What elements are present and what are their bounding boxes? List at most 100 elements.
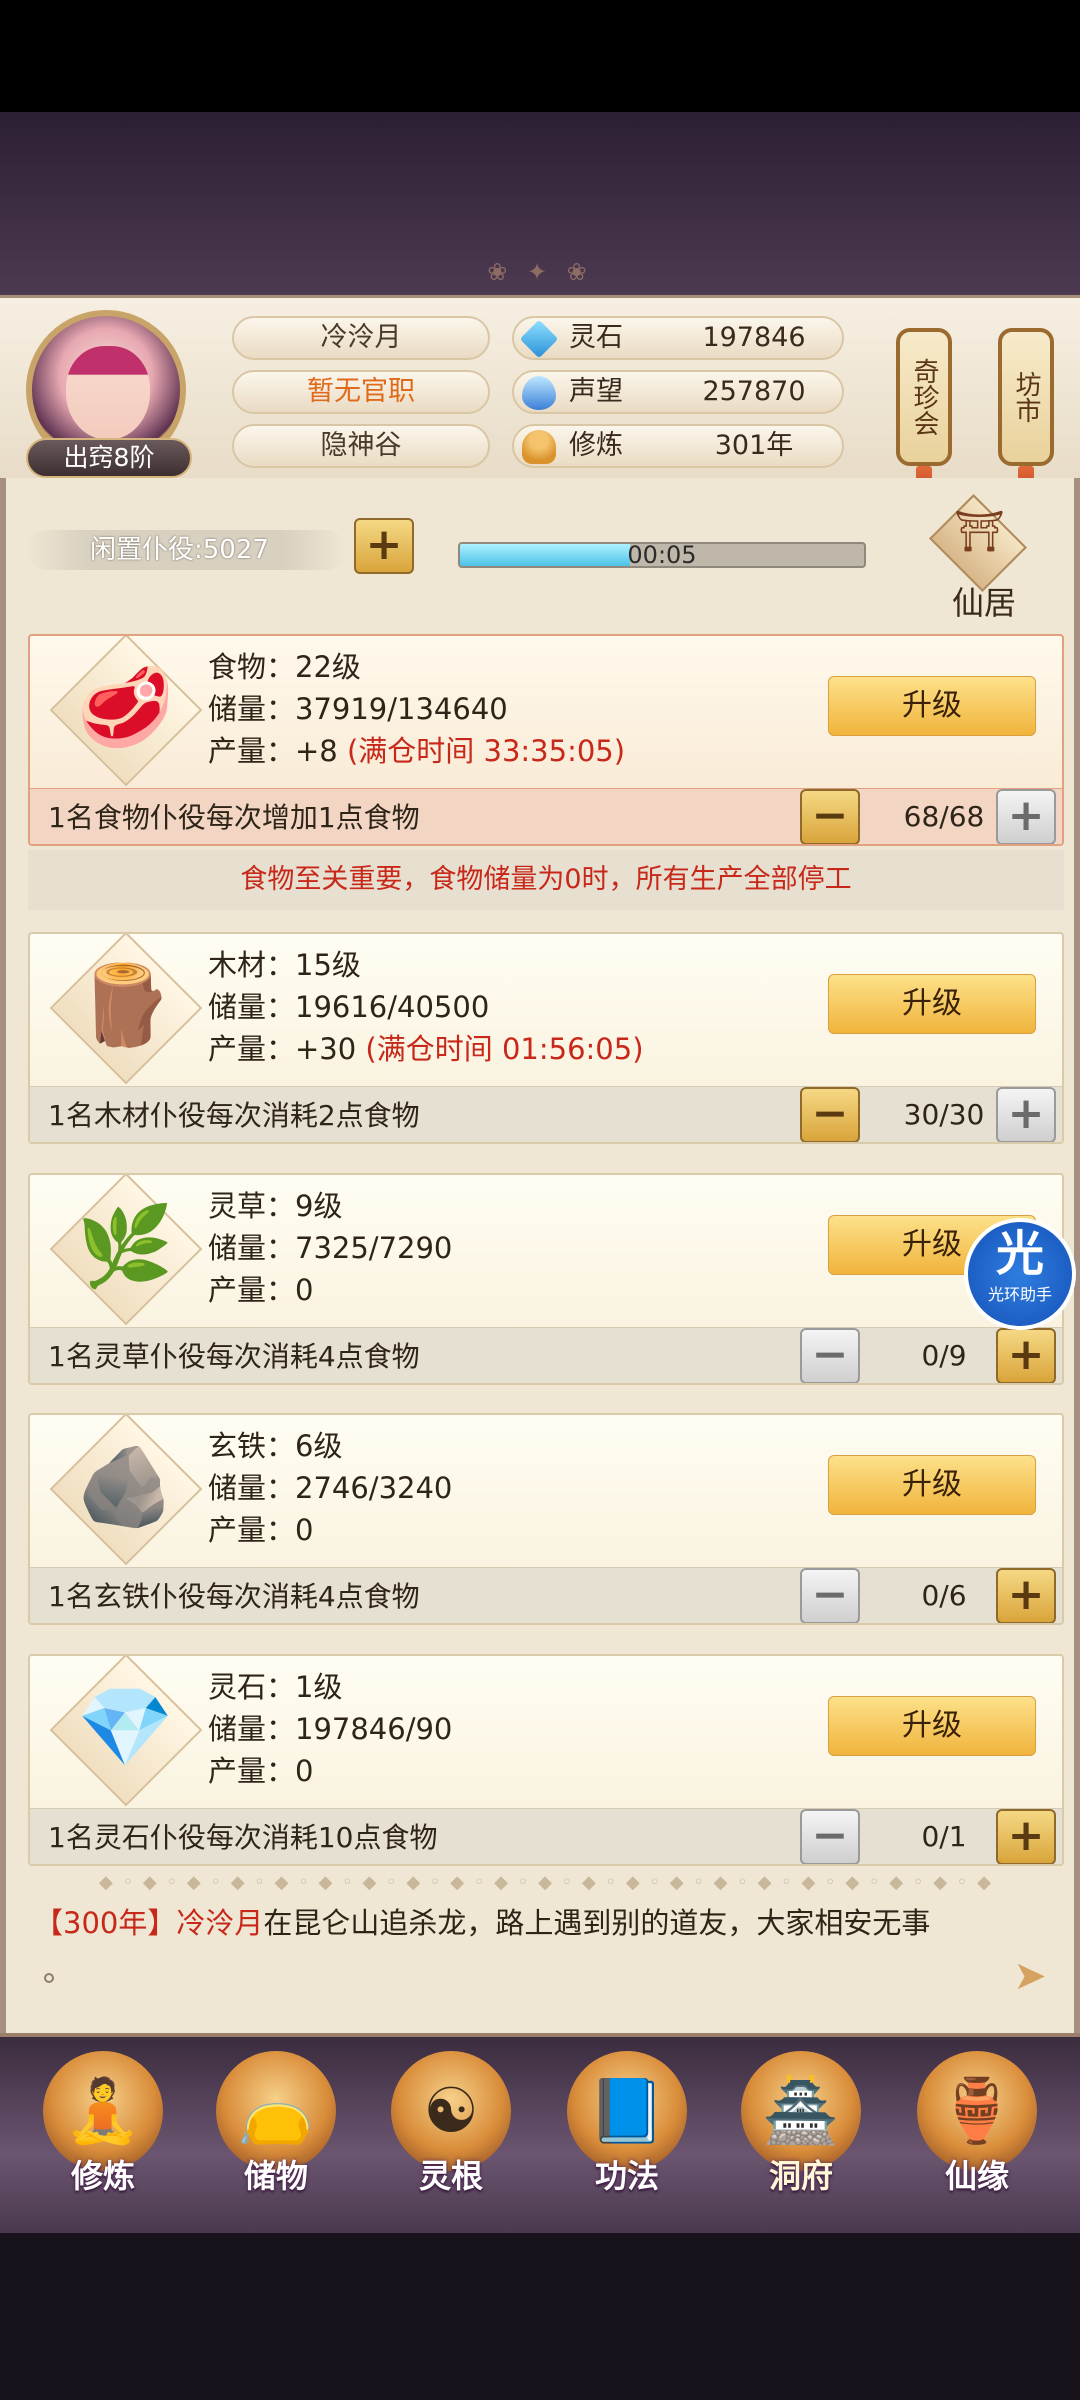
- stat-value: 257870: [702, 376, 806, 407]
- upgrade-button[interactable]: 升级: [828, 1696, 1036, 1756]
- servant-count: 0/6: [921, 1579, 967, 1612]
- stat-value: 197846: [702, 322, 806, 353]
- plus-servant-button[interactable]: +: [996, 1087, 1056, 1142]
- resource-level: 食物：22级: [208, 650, 361, 684]
- official-title[interactable]: 暂无官职: [232, 370, 490, 414]
- nav-label: 洞府: [768, 2157, 833, 2195]
- page-dot: [44, 1973, 54, 1983]
- helper-label: 光环助手: [987, 1285, 1052, 1304]
- meat-icon: 🥩: [76, 663, 174, 753]
- resource-storage: 储量：37919/134640: [208, 692, 508, 726]
- resource-level: 灵石：1级: [208, 1670, 343, 1704]
- upgrade-button[interactable]: 升级: [828, 1455, 1036, 1515]
- top-ornament: ❀ ✦ ❀: [487, 258, 593, 286]
- nav-label: 功法: [594, 2157, 659, 2195]
- meditation-icon: [522, 430, 556, 464]
- reputation-drop-icon: [522, 376, 556, 410]
- log-icon: 🪵: [76, 961, 174, 1051]
- bottom-backdrop: [0, 2233, 1080, 2400]
- stat-reputation: 声望 257870: [512, 370, 844, 414]
- next-arrow-icon[interactable]: ➤: [1010, 1956, 1050, 1996]
- pavilion-icon[interactable]: ⛩: [954, 508, 1005, 556]
- nav-technique[interactable]: 📘 功法: [552, 2051, 702, 2221]
- resource-card-food: 🥩 食物：22级 储量：37919/134640 产量：+8 (满仓时间 33:…: [28, 634, 1064, 846]
- log-text: 在昆仑山追杀龙，路上遇到别的道友，大家相安无事: [263, 1906, 931, 1940]
- minus-servant-button[interactable]: −: [800, 1328, 860, 1383]
- full-time-hint: (满仓时间 33:35:05): [346, 734, 626, 768]
- full-time-hint: (满仓时间 01:56:05): [365, 1032, 644, 1066]
- resource-level: 木材：15级: [208, 948, 361, 982]
- status-bar: [0, 0, 1080, 112]
- bottom-nav: 🧘 修炼 👝 储物 ☯ 灵根 📘 功法 🏯 洞府 🏺 仙缘: [0, 2033, 1080, 2233]
- resource-production: 产量：0: [208, 1273, 314, 1307]
- resource-production: 产量：+8 (满仓时间 33:35:05): [208, 730, 625, 772]
- nav-storage[interactable]: 👝 储物: [201, 2051, 351, 2221]
- qizhenhui-button[interactable]: 奇珍会: [896, 328, 952, 466]
- resource-card-spirit-stone: 💎 灵石：1级 储量：197846/90 产量：0 升级 1名灵石仆役每次消耗1…: [28, 1654, 1064, 1866]
- stat-cultivation: 修炼 301年: [512, 424, 844, 468]
- stat-label: 声望: [569, 376, 623, 407]
- resource-level: 灵草：9级: [208, 1189, 343, 1223]
- plus-servant-button[interactable]: +: [996, 1809, 1056, 1864]
- servant-count: 0/1: [921, 1820, 967, 1853]
- nav-label: 修炼: [70, 2157, 135, 2195]
- idle-servants-label: 闲置仆役:5027: [26, 530, 346, 570]
- plus-servant-button[interactable]: +: [996, 1568, 1056, 1623]
- event-log[interactable]: 【300年】冷泠月在昆仑山追杀龙，路上遇到别的道友，大家相安无事: [34, 1900, 1058, 1946]
- production-value: 产量：+8: [208, 734, 338, 768]
- ore-icon: 🪨: [76, 1442, 174, 1532]
- nav-cultivate[interactable]: 🧘 修炼: [28, 2051, 178, 2221]
- log-year: 【300年】: [34, 1906, 177, 1940]
- resource-level: 玄铁：6级: [208, 1429, 343, 1463]
- helper-glyph: 光: [995, 1226, 1044, 1282]
- market-button[interactable]: 坊市: [998, 328, 1054, 466]
- plus-servant-button[interactable]: +: [996, 1328, 1056, 1383]
- minus-servant-button[interactable]: −: [800, 1568, 860, 1623]
- minus-servant-button[interactable]: −: [800, 1809, 860, 1864]
- servant-desc: 1名灵草仆役每次消耗4点食物: [48, 1340, 420, 1373]
- player-location: 隐神谷: [232, 424, 490, 468]
- nav-spirit-root[interactable]: ☯ 灵根: [376, 2051, 526, 2221]
- crystal-icon: 💎: [76, 1683, 174, 1773]
- nav-label: 仙缘: [944, 2157, 1009, 2195]
- cave-panel: 闲置仆役:5027 + 00:05 ⛩ 仙居 🥩 食物：22级 储量：37919…: [0, 478, 1080, 2033]
- stat-label: 修炼: [569, 430, 623, 461]
- minus-servant-button[interactable]: −: [800, 789, 860, 844]
- production-timer-bar: 00:05: [458, 542, 866, 568]
- servant-count: 0/9: [921, 1339, 967, 1372]
- servant-desc: 1名食物仆役每次增加1点食物: [48, 801, 420, 834]
- upgrade-button[interactable]: 升级: [828, 676, 1036, 736]
- nav-label: 灵根: [418, 2157, 483, 2195]
- add-servant-button[interactable]: +: [354, 518, 414, 574]
- helper-assistant-button[interactable]: 光 光环助手: [964, 1218, 1076, 1330]
- resource-production: 产量：0: [208, 1754, 314, 1788]
- nav-cave-dwelling[interactable]: 🏯 洞府: [726, 2051, 876, 2221]
- stat-label: 灵石: [569, 322, 623, 353]
- upgrade-button[interactable]: 升级: [828, 974, 1036, 1034]
- servant-desc: 1名灵石仆役每次消耗10点食物: [48, 1821, 438, 1854]
- xianju-label[interactable]: 仙居: [936, 578, 1032, 624]
- resource-storage: 储量：7325/7290: [208, 1231, 453, 1265]
- resource-card-herb: 🌿 灵草：9级 储量：7325/7290 产量：0 升级 1名灵草仆役每次消耗4…: [28, 1173, 1064, 1385]
- resource-production: 产量：0: [208, 1513, 314, 1547]
- minus-servant-button[interactable]: −: [800, 1087, 860, 1142]
- log-name: 冷泠月: [176, 1906, 264, 1940]
- food-warning: 食物至关重要，食物储量为0时，所有生产全部停工: [28, 850, 1064, 910]
- production-value: 产量：+30: [208, 1032, 357, 1066]
- resource-storage: 储量：2746/3240: [208, 1471, 453, 1505]
- nav-immortal-fate[interactable]: 🏺 仙缘: [902, 2051, 1052, 2221]
- plus-servant-button[interactable]: +: [996, 789, 1056, 844]
- resource-card-wood: 🪵 木材：15级 储量：19616/40500 产量：+30 (满仓时间 01:…: [28, 932, 1064, 1144]
- rank-badge: 出窍8阶: [26, 438, 192, 478]
- resource-card-iron: 🪨 玄铁：6级 储量：2746/3240 产量：0 升级 1名玄铁仆役每次消耗4…: [28, 1413, 1064, 1625]
- player-header: 出窍8阶 冷泠月 暂无官职 隐神谷 灵石 197846 声望 257870 修炼…: [0, 295, 1080, 506]
- servant-desc: 1名玄铁仆役每次消耗4点食物: [48, 1580, 420, 1613]
- herb-icon: 🌿: [76, 1202, 174, 1292]
- nav-label: 储物: [243, 2157, 308, 2195]
- resource-storage: 储量：19616/40500: [208, 990, 490, 1024]
- stat-value: 301年: [714, 430, 794, 461]
- spirit-stone-icon: [519, 319, 559, 359]
- timer-text: 00:05: [627, 542, 697, 568]
- servant-count: 30/30: [903, 1098, 985, 1131]
- resource-storage: 储量：197846/90: [208, 1712, 453, 1746]
